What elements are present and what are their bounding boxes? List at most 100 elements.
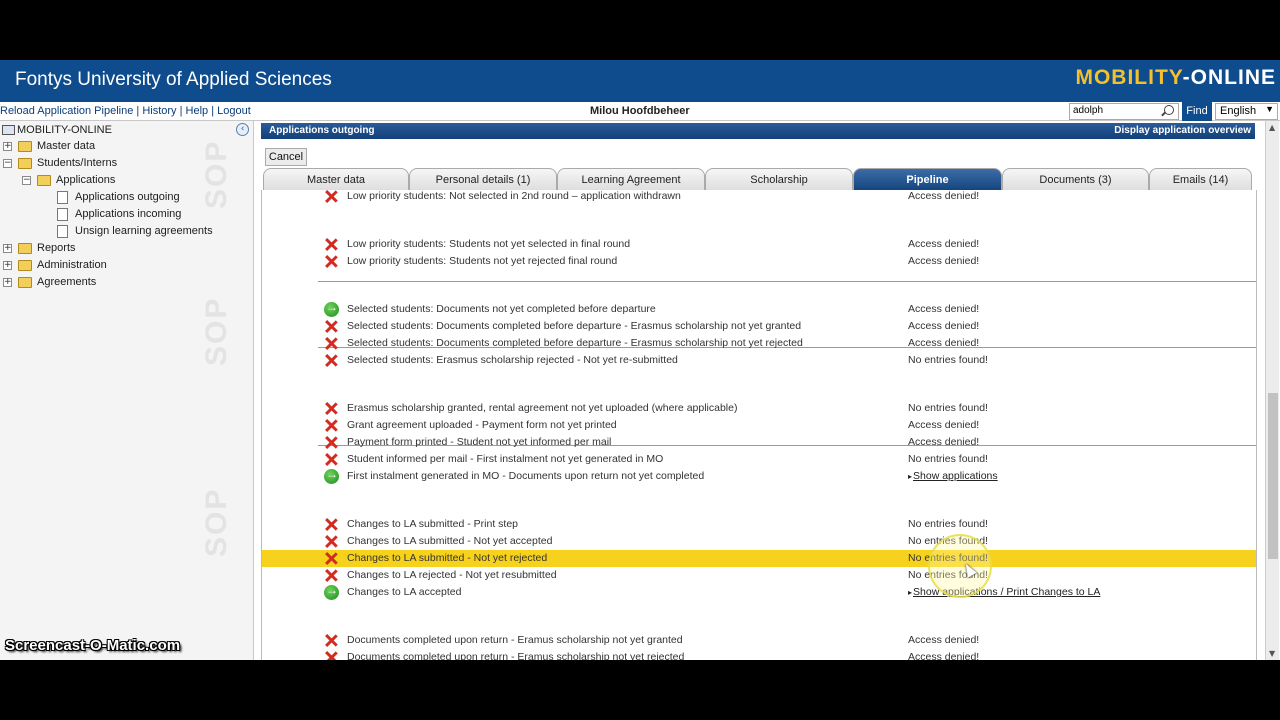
pipeline-row[interactable]: Selected students: Erasmus scholarship r… — [262, 352, 1256, 369]
scrollbar-thumb[interactable] — [1268, 393, 1278, 559]
group-separator — [318, 281, 1256, 282]
x-icon — [324, 517, 339, 532]
scroll-down-icon[interactable]: ▼ — [1269, 649, 1275, 658]
pipeline-row[interactable]: Documents completed upon return - Eramus… — [262, 632, 1256, 649]
tab-pipeline[interactable]: Pipeline — [853, 168, 1002, 190]
tree-item-applications[interactable]: Applications — [56, 173, 115, 188]
cancel-button[interactable]: Cancel — [265, 148, 307, 166]
tree-item-master-data[interactable]: Master data — [37, 139, 95, 154]
pipeline-row[interactable]: Low priority students: Students not yet … — [262, 253, 1256, 270]
row-status-icon — [324, 452, 339, 467]
collapse-sidebar-icon[interactable]: ‹ — [236, 123, 249, 136]
row-label: Changes to LA submitted - Not yet accept… — [347, 535, 553, 547]
pipeline-row[interactable]: Changes to LA acceptedShow applications … — [262, 583, 1256, 601]
row-label: Selected students: Documents not yet com… — [347, 303, 656, 315]
x-icon — [324, 452, 339, 467]
folder-icon — [18, 141, 32, 152]
pipeline-row[interactable]: Low priority students: Students not yet … — [262, 236, 1256, 253]
search-input[interactable]: adolph — [1069, 103, 1179, 120]
collapse-icon[interactable]: − — [22, 176, 31, 185]
app-window: Fontys University of Applied Sciences MO… — [0, 60, 1280, 660]
row-status: No entries found! — [908, 354, 988, 366]
tab-emails[interactable]: Emails (14) — [1149, 168, 1252, 190]
history-link[interactable]: History — [142, 105, 176, 117]
row-label: Selected students: Documents completed b… — [347, 337, 803, 349]
pipeline-row[interactable]: Low priority students: Not selected in 2… — [262, 190, 1256, 205]
tree-root-label: MOBILITY-ONLINE — [17, 124, 112, 136]
show-applications-link[interactable]: Show applications — [908, 470, 998, 482]
expand-icon[interactable]: + — [3, 261, 12, 270]
x-icon — [324, 551, 339, 566]
row-label: Grant agreement uploaded - Payment form … — [347, 419, 617, 431]
x-icon — [324, 319, 339, 334]
row-label: Payment form printed - Student not yet i… — [347, 436, 612, 448]
x-icon — [324, 353, 339, 368]
tree-item-reports[interactable]: Reports — [37, 241, 76, 256]
row-status-icon — [324, 583, 339, 600]
tree-root[interactable]: MOBILITY-ONLINE — [2, 123, 112, 138]
tab-personal-details[interactable]: Personal details (1) — [409, 168, 557, 190]
pipeline-row[interactable]: Changes to LA submitted - Print step No e… — [262, 516, 1256, 533]
document-icon — [57, 191, 68, 204]
pipeline-row[interactable]: Student informed per mail - First instal… — [262, 451, 1256, 468]
tree-item-administration[interactable]: Administration — [37, 258, 107, 273]
toolbar-links: Reload Application Pipeline | History | … — [0, 105, 251, 117]
x-icon — [324, 650, 339, 660]
find-button[interactable]: Find — [1182, 102, 1212, 121]
row-label: Changes to LA submitted - Not yet reject… — [347, 552, 548, 564]
language-select[interactable]: English ▼ — [1215, 103, 1278, 120]
row-status-icon — [324, 254, 339, 269]
row-status-icon — [324, 534, 339, 549]
pipeline-row[interactable]: Selected students: Documents completed b… — [262, 318, 1256, 335]
row-status-icon — [324, 568, 339, 583]
vertical-scrollbar[interactable]: ▲ ▼ — [1265, 121, 1279, 660]
pipeline-row[interactable]: First instalment generated in MO - Docum… — [262, 467, 1256, 485]
expand-icon[interactable]: + — [3, 244, 12, 253]
tree-item-applications-incoming[interactable]: Applications incoming — [75, 207, 181, 222]
sop-watermark: SOP — [200, 139, 233, 209]
row-status-icon — [324, 319, 339, 334]
pipeline-row[interactable]: Documents completed upon return - Eramus… — [262, 649, 1256, 660]
pipeline-row[interactable]: Changes to LA submitted - Not yet accept… — [262, 533, 1256, 550]
pipeline-row[interactable]: Erasmus scholarship granted, rental agre… — [262, 400, 1256, 417]
row-status: Access denied! — [908, 634, 980, 646]
logout-link[interactable]: Logout — [217, 105, 251, 117]
chevron-down-icon: ▼ — [1265, 104, 1274, 114]
pipeline-row[interactable]: Selected students: Documents completed b… — [262, 335, 1256, 352]
expand-icon[interactable]: + — [3, 142, 12, 151]
search-icon[interactable] — [1164, 105, 1174, 115]
university-title: Fontys University of Applied Sciences — [15, 69, 332, 90]
navigation-sidebar: ‹ SOP SOP SOP MOBILITY-ONLINE + Master d… — [0, 121, 254, 660]
row-status-icon — [324, 237, 339, 252]
tab-learning-agreement[interactable]: Learning Agreement — [557, 168, 705, 190]
help-link[interactable]: Help — [186, 105, 209, 117]
row-status-icon — [324, 418, 339, 433]
pipeline-row[interactable]: Payment form printed - Student not yet i… — [262, 434, 1256, 451]
tree-item-students[interactable]: Students/Interns — [37, 156, 117, 171]
tree-item-agreements[interactable]: Agreements — [37, 275, 96, 290]
x-icon — [324, 534, 339, 549]
row-status: Access denied! — [908, 419, 980, 431]
row-status-icon — [324, 190, 339, 204]
collapse-icon[interactable]: − — [3, 159, 12, 168]
pipeline-row[interactable]: Changes to LA submitted - Not yet reject… — [262, 550, 1256, 567]
logo-dash: - — [1182, 66, 1191, 89]
current-user: Milou Hoofdbeheer — [590, 105, 690, 117]
folder-icon — [18, 260, 32, 271]
expand-icon[interactable]: + — [3, 278, 12, 287]
tab-scholarship[interactable]: Scholarship — [705, 168, 853, 190]
pipeline-row[interactable]: Changes to LA rejected - Not yet resubmi… — [262, 567, 1256, 584]
tab-documents[interactable]: Documents (3) — [1002, 168, 1149, 190]
x-icon — [324, 633, 339, 648]
row-status: Access denied! — [908, 255, 980, 267]
tab-master-data[interactable]: Master data — [263, 168, 409, 190]
row-status: Access denied! — [908, 303, 980, 315]
tree-item-unsign-learning-agreements[interactable]: Unsign learning agreements — [75, 224, 213, 239]
display-overview-link[interactable]: Display application overview — [1114, 125, 1251, 136]
tree-item-applications-outgoing[interactable]: Applications outgoing — [75, 190, 180, 205]
scroll-up-icon[interactable]: ▲ — [1269, 123, 1275, 132]
reload-pipeline-link[interactable]: Reload Application Pipeline — [0, 105, 133, 117]
go-arrow-icon — [324, 467, 339, 484]
pipeline-row[interactable]: Selected students: Documents not yet com… — [262, 300, 1256, 318]
pipeline-row[interactable]: Grant agreement uploaded - Payment form … — [262, 417, 1256, 434]
